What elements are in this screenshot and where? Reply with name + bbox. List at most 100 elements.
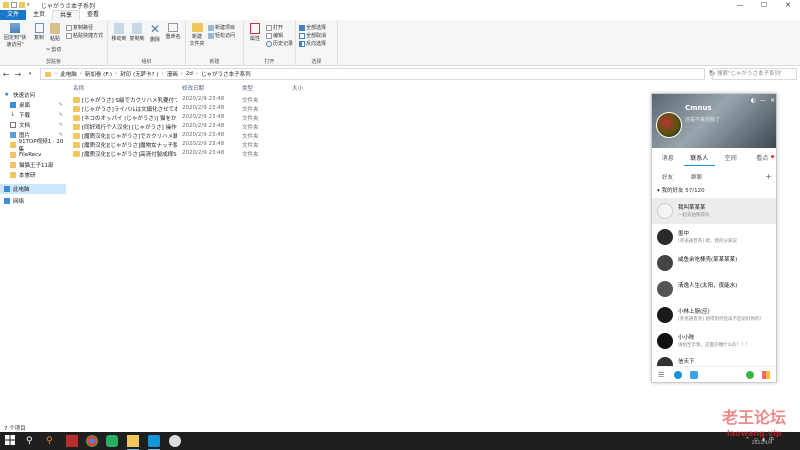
contact-item[interactable]: 我叫某某某 一起去拍照得乐 — [652, 198, 776, 224]
contact-item[interactable]: 墨中 [英语通晋英] 嗯，我的分离说 — [652, 224, 776, 250]
nav-documents[interactable]: 文档 ✎ — [0, 120, 66, 130]
paste-shortcut-button[interactable]: 粘贴快捷方式 — [66, 32, 103, 39]
open-button[interactable]: 打开 — [266, 24, 283, 31]
chevron-down-icon[interactable]: ▾ — [27, 2, 33, 8]
app-icon[interactable] — [690, 371, 698, 379]
crumb-this-pc[interactable]: 此电脑 — [60, 70, 77, 78]
cut-button[interactable]: ✂ 剪切 — [46, 46, 61, 54]
close-icon[interactable]: ✕ — [770, 97, 775, 104]
file-explorer-icon[interactable] — [127, 435, 139, 450]
pin-quick-access-button[interactable]: 固定到"快速访问" — [2, 23, 28, 48]
column-header-date[interactable]: 修改日期 — [182, 84, 204, 92]
subtab-groups[interactable]: 群聊 — [691, 173, 702, 181]
history-button[interactable]: 历史记录 — [266, 40, 293, 47]
crumb-manga[interactable]: 漫画 — [167, 70, 178, 78]
nav-desktop[interactable]: 桌面 ✎ — [0, 100, 66, 110]
nav-folder-cat-prince[interactable]: 猫猫王子11部 — [0, 160, 66, 170]
wechat-icon[interactable] — [106, 435, 118, 447]
tab-home[interactable]: 主页 — [26, 10, 52, 20]
column-header-size[interactable]: 大小 — [292, 84, 303, 92]
nav-folder-filerecv[interactable]: FileRecv — [0, 150, 66, 160]
minimize-icon[interactable]: — — [760, 97, 766, 104]
delete-button[interactable]: ✕ 删除 — [146, 23, 164, 43]
history-icon — [266, 40, 272, 47]
search-icon[interactable]: ⚲ — [26, 435, 38, 447]
back-arrow-icon[interactable]: ← — [0, 70, 12, 79]
column-header-name[interactable]: 名称 — [73, 84, 84, 92]
breadcrumb[interactable]: › 此电脑 › 新加卷 (F:) › 封印 (无萨卡? ) › 漫画 › 2d › じゃが… — [40, 68, 705, 80]
apps-grid-icon[interactable] — [762, 371, 770, 379]
nav-folder-benzai[interactable]: 本崽研 — [0, 170, 66, 180]
nav-folder-91top[interactable]: 91TOP视频1 · 20集 — [0, 139, 66, 153]
column-header-type[interactable]: 类型 — [242, 84, 253, 92]
search-input[interactable]: 搜索"じゃがうさ本子系列" — [712, 68, 797, 80]
download-icon[interactable] — [746, 371, 754, 379]
paste-button[interactable]: 粘贴 — [46, 23, 64, 42]
folder-icon[interactable] — [3, 2, 9, 8]
friend-group-header[interactable]: ▾ 我的好友 57/120 — [652, 186, 776, 196]
nav-quick-access[interactable]: ★ 快速访问 — [0, 90, 66, 100]
crumb-drive[interactable]: 新加卷 (F:) — [85, 70, 112, 78]
select-all-button[interactable]: 全部选择 — [299, 24, 326, 31]
file-row[interactable]: [魔质汉化][じゃがうさ]魔物女ナッチ製... 2020/2/9 23:48 文… — [70, 141, 630, 150]
copy-path-icon — [66, 24, 72, 31]
rename-button[interactable]: 重命名 — [164, 23, 182, 40]
skin-icon[interactable]: ◐ — [751, 97, 756, 104]
easy-access-button[interactable]: 轻松访问 — [208, 32, 235, 39]
contacts-manager-icon[interactable] — [674, 371, 682, 379]
select-none-button[interactable]: 全部取消 — [299, 32, 326, 39]
new-folder-icon[interactable] — [19, 2, 25, 8]
add-contact-button[interactable]: + — [765, 172, 772, 181]
tab-messages[interactable]: 消息 — [652, 152, 684, 166]
new-item-button[interactable]: 新建项目 — [208, 24, 235, 31]
chrome-icon[interactable] — [86, 435, 98, 447]
crumb-2d[interactable]: 2d — [186, 71, 193, 77]
recent-chevron-icon[interactable]: ▾ — [24, 71, 36, 77]
properties-button[interactable]: 属性 — [246, 23, 264, 42]
file-row[interactable]: [魔质汉化][じゃがうさ]高清付製成様SE... 2020/2/9 23:48 … — [70, 150, 630, 159]
nav-network[interactable]: 网络 — [0, 196, 66, 206]
qq-icon[interactable] — [148, 435, 160, 450]
crumb-seal[interactable]: 封印 (无萨卡? ) — [120, 70, 158, 78]
tab-kandian[interactable]: 看点 — [747, 152, 777, 166]
file-row[interactable]: [じゃがうさ] S級でカクリハメ乳要付つ... 2020/2/9 23:48 文… — [70, 96, 630, 105]
copy-to-button[interactable]: 复制到 — [128, 23, 146, 42]
maximize-button[interactable]: ☐ — [752, 0, 776, 10]
tab-view[interactable]: 查看 — [80, 10, 106, 20]
contact-item[interactable]: 小小陈 请相至示我，店面店槽什么的！！！ — [652, 328, 776, 354]
tab-file[interactable]: 文件 — [0, 10, 27, 20]
invert-selection-button[interactable]: 反向选择 — [299, 40, 326, 47]
copy-path-button[interactable]: 复制路径 — [66, 24, 93, 31]
app-icon[interactable] — [169, 435, 181, 447]
close-button[interactable]: ✕ — [776, 0, 800, 10]
menu-icon[interactable]: ☰ — [658, 371, 666, 379]
file-row[interactable]: [ネコのオッパイ (じゃがうさ)] 猫をかけ... 2020/2/9 23:48… — [70, 114, 630, 123]
media-app-icon[interactable] — [66, 435, 78, 447]
file-row[interactable]: [同好戏行个人汉化] [じゃがうさ] 操作 2020/2/9 23:48 文件夹 — [70, 123, 630, 132]
move-to-button[interactable]: 移动到 — [110, 23, 128, 42]
file-row[interactable]: [魔质汉化][じゃがうさ]でカクリハメ観... 2020/2/9 23:48 文… — [70, 132, 630, 141]
windows-start-icon[interactable] — [5, 435, 17, 447]
properties-icon[interactable] — [11, 2, 17, 8]
clock-date[interactable]: 2022/4/9 — [752, 441, 772, 446]
nav-downloads[interactable]: ↓ 下载 ✎ — [0, 110, 66, 120]
avatar[interactable] — [656, 112, 682, 138]
qq-signature[interactable]: 还是不来找我了 — [685, 116, 720, 123]
search-app-icon[interactable]: ⚲ — [46, 435, 58, 447]
edit-button[interactable]: 编辑 — [266, 32, 283, 39]
contact-item[interactable]: 清逸人生(太阳，夜能水) — [652, 276, 776, 302]
tab-qzone[interactable]: 空间 — [715, 152, 747, 166]
forward-arrow-icon[interactable]: → — [12, 70, 24, 79]
tab-contacts[interactable]: 联系人 — [683, 152, 715, 166]
crumb-current[interactable]: じゃがうさ本子系列 — [201, 70, 251, 78]
new-folder-button[interactable]: 新建 文件夹 — [188, 23, 206, 47]
subtab-friends[interactable]: 好友 — [662, 173, 673, 181]
nav-this-pc[interactable]: 此电脑 — [0, 184, 66, 194]
tab-share[interactable]: 共享 — [52, 10, 81, 20]
new-item-icon — [208, 24, 214, 31]
contact-item[interactable]: 小林上厨(应) [英语通晋英] 想得到然后再不后说好你的！ — [652, 302, 776, 328]
qq-nickname: Cmnus — [685, 104, 712, 112]
contact-item[interactable]: 咸鱼余吃棒壳(某某某某) — [652, 250, 776, 276]
minimize-button[interactable]: — — [728, 0, 752, 10]
file-row[interactable]: [じゃがうさ]ライバルは文鎮化させて本... 2020/2/9 23:48 文件… — [70, 105, 630, 114]
